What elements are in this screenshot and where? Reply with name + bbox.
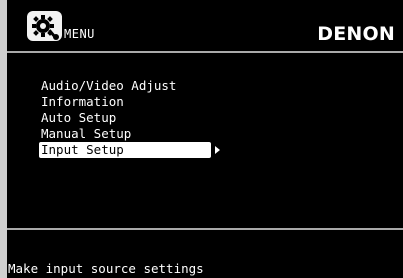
status-hint: Make input source settings: [8, 261, 204, 276]
menu-item-information[interactable]: Information: [39, 94, 239, 110]
brand-logo: DENON: [317, 23, 395, 45]
menu-item-label: Input Setup: [41, 142, 124, 157]
bottom-divider: [7, 228, 403, 230]
gear-wrench-icon: [27, 11, 62, 41]
menu-title: MENU: [64, 27, 95, 41]
menu-item-input-setup[interactable]: Input Setup: [39, 142, 220, 158]
header: MENU DENON: [7, 0, 403, 50]
menu-item-manual-setup[interactable]: Manual Setup: [39, 126, 239, 142]
menu-item-auto-setup[interactable]: Auto Setup: [39, 110, 239, 126]
menu-item-label: Information: [41, 94, 124, 109]
arrow-right-icon: [215, 146, 220, 154]
main-menu-list: Audio/Video Adjust Information Auto Setu…: [39, 78, 239, 158]
menu-item-audio-video-adjust[interactable]: Audio/Video Adjust: [39, 78, 239, 94]
menu-item-label: Audio/Video Adjust: [41, 78, 177, 93]
menu-item-label: Manual Setup: [41, 126, 132, 141]
menu-item-label: Auto Setup: [41, 110, 117, 125]
top-divider: [7, 51, 403, 53]
osd-screen: MENU DENON Audio/Video Adjust Informatio…: [7, 0, 403, 278]
